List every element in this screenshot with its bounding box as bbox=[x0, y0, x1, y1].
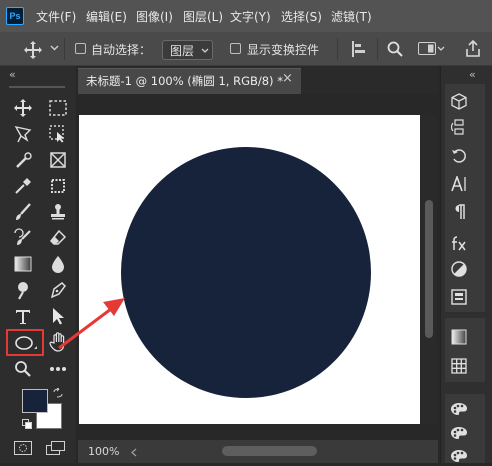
zoom-tool-icon[interactable] bbox=[12, 358, 34, 380]
align-left-icon[interactable] bbox=[352, 41, 366, 57]
eraser-icon[interactable] bbox=[47, 227, 69, 249]
history-icon[interactable] bbox=[449, 117, 469, 137]
lasso-tool-icon[interactable] bbox=[12, 123, 34, 145]
menu-file[interactable]: 文件(F) bbox=[36, 8, 76, 25]
panel-grip bbox=[9, 86, 65, 88]
type-tool-icon[interactable] bbox=[12, 305, 34, 327]
annotation-arrow bbox=[55, 290, 130, 355]
swatches-icon[interactable] bbox=[449, 356, 469, 376]
move-tool-icon[interactable] bbox=[12, 97, 34, 119]
ellipse-tool-icon[interactable] bbox=[13, 332, 35, 354]
frame-tool-icon[interactable] bbox=[47, 149, 69, 171]
rotate-icon[interactable] bbox=[449, 146, 469, 166]
divider bbox=[337, 38, 338, 60]
menu-layer[interactable]: 图层(L) bbox=[183, 8, 223, 25]
menu-edit[interactable]: 编辑(E) bbox=[86, 8, 127, 25]
horizontal-scroll-thumb[interactable] bbox=[222, 446, 317, 456]
close-tab-icon[interactable]: × bbox=[282, 71, 293, 86]
artboard-select-icon[interactable] bbox=[47, 123, 69, 145]
properties-icon[interactable] bbox=[449, 287, 469, 307]
menu-type[interactable]: 文字(Y) bbox=[230, 8, 271, 25]
collapse-panel-icon[interactable]: « bbox=[9, 68, 16, 81]
auto-select-label: 自动选择： bbox=[91, 43, 152, 57]
move-tool-option-icon[interactable] bbox=[23, 40, 43, 60]
more-tools-icon[interactable] bbox=[47, 358, 69, 380]
collapse-right-panel-icon[interactable]: « bbox=[469, 68, 476, 81]
3d-cube-icon[interactable] bbox=[449, 91, 469, 111]
divider bbox=[64, 38, 65, 60]
eyedropper-icon[interactable] bbox=[12, 175, 34, 197]
chevron-down-icon bbox=[201, 48, 209, 53]
character-icon[interactable] bbox=[449, 174, 469, 194]
dodge-tool-icon[interactable] bbox=[12, 279, 34, 301]
palette-icon[interactable] bbox=[449, 399, 469, 419]
menu-image[interactable]: 图像(I) bbox=[136, 8, 173, 25]
vertical-scroll-thumb[interactable] bbox=[425, 200, 433, 338]
paragraph-icon[interactable] bbox=[449, 202, 469, 222]
quick-select-icon[interactable] bbox=[12, 149, 34, 171]
show-transform-checkbox[interactable] bbox=[230, 43, 241, 54]
show-transform-label: 显示变换控件 bbox=[247, 43, 320, 57]
auto-select-checkbox[interactable] bbox=[75, 43, 86, 54]
workspace-icon[interactable] bbox=[418, 42, 436, 55]
scroll-left-icon[interactable] bbox=[131, 448, 137, 457]
default-colors-icon[interactable] bbox=[22, 419, 32, 429]
fx-icon[interactable] bbox=[449, 233, 469, 253]
zoom-level[interactable]: 100% bbox=[88, 445, 119, 458]
crop-tool-icon[interactable] bbox=[47, 175, 69, 197]
palette-icon-2[interactable] bbox=[449, 423, 469, 443]
quick-mask-icon[interactable] bbox=[14, 441, 32, 455]
foreground-color-swatch[interactable] bbox=[22, 389, 48, 413]
layer-dropdown-value: 图层 bbox=[170, 44, 195, 58]
history-brush-icon[interactable] bbox=[12, 227, 34, 249]
marquee-tool-icon[interactable] bbox=[47, 97, 69, 119]
palette-icon-3[interactable] bbox=[449, 446, 469, 466]
menu-select[interactable]: 选择(S) bbox=[281, 8, 322, 25]
menu-filter[interactable]: 滤镜(T) bbox=[331, 8, 372, 25]
photoshop-logo: Ps bbox=[6, 7, 24, 25]
divider bbox=[377, 38, 378, 60]
adjustments-icon[interactable] bbox=[449, 259, 469, 279]
chevron-down-icon[interactable] bbox=[50, 45, 59, 51]
search-icon[interactable] bbox=[387, 41, 403, 57]
blur-tool-icon[interactable] bbox=[47, 253, 69, 275]
gradient-tool-icon[interactable] bbox=[12, 253, 34, 275]
ellipse-shape[interactable] bbox=[121, 147, 371, 398]
document-tab-title: 未标题-1 @ 100% (椭圆 1, RGB/8) * bbox=[86, 74, 283, 88]
screen-mode-icon[interactable] bbox=[46, 441, 66, 455]
stamp-icon[interactable] bbox=[47, 201, 69, 223]
submenu-indicator bbox=[34, 346, 37, 349]
share-icon[interactable] bbox=[465, 40, 481, 57]
chevron-down-icon[interactable] bbox=[437, 46, 445, 51]
gradients-icon[interactable] bbox=[449, 327, 469, 347]
swap-colors-icon[interactable] bbox=[53, 388, 63, 398]
brush-icon[interactable] bbox=[12, 201, 34, 223]
